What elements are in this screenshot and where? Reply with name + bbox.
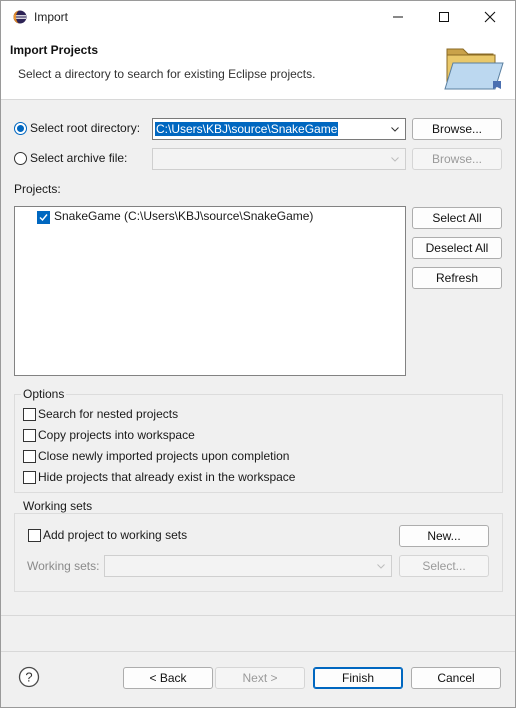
browse-archive-button[interactable]: Browse... [412,148,502,170]
minimize-icon [393,16,403,18]
root-directory-value: C:\Users\KBJ\source\SnakeGame [155,122,339,136]
browse-directory-button[interactable]: Browse... [412,118,502,140]
archive-file-label: Select archive file: [30,151,128,165]
page-title: Import Projects [10,43,99,57]
working-sets-combo[interactable] [104,555,392,577]
close-imported-label[interactable]: Close newly imported projects upon compl… [38,449,289,463]
add-to-working-sets-checkbox[interactable] [28,529,41,542]
new-working-set-button[interactable]: New... [399,525,489,547]
select-all-button[interactable]: Select All [412,207,502,229]
project-item-label[interactable]: SnakeGame (C:\Users\KBJ\source\SnakeGame… [54,209,313,223]
nested-projects-checkbox[interactable] [23,408,36,421]
checkmark-icon [39,214,48,222]
close-icon [484,11,496,23]
footer-separator-2 [1,651,515,652]
chevron-down-icon[interactable] [390,124,400,134]
chevron-down-icon [377,564,385,569]
copy-projects-checkbox[interactable] [23,429,36,442]
working-sets-title: Working sets [21,499,95,513]
close-button[interactable] [467,1,513,33]
cancel-button[interactable]: Cancel [411,667,501,689]
projects-label: Projects: [14,182,61,196]
project-checkbox[interactable] [37,211,50,224]
copy-projects-label[interactable]: Copy projects into workspace [38,428,195,442]
deselect-all-button[interactable]: Deselect All [412,237,502,259]
root-directory-radio[interactable] [14,122,27,135]
svg-text:?: ? [25,670,32,685]
hide-existing-checkbox[interactable] [23,471,36,484]
refresh-button[interactable]: Refresh [412,267,502,289]
projects-list[interactable]: SnakeGame (C:\Users\KBJ\source\SnakeGame… [14,206,406,376]
archive-file-radio[interactable] [14,152,27,165]
select-working-sets-button[interactable]: Select... [399,555,489,577]
working-sets-label: Working sets: [27,559,100,573]
wizard-banner: Import Projects Select a directory to se… [1,33,515,100]
eclipse-icon [13,10,27,24]
page-description: Select a directory to search for existin… [18,67,316,81]
finish-button[interactable]: Finish [313,667,403,689]
back-button[interactable]: < Back [123,667,213,689]
nested-projects-label[interactable]: Search for nested projects [38,407,178,421]
next-button[interactable]: Next > [215,667,305,689]
root-directory-combo[interactable]: C:\Users\KBJ\source\SnakeGame [152,118,406,140]
help-icon[interactable]: ? [18,666,40,688]
options-title: Options [21,387,67,401]
window-title: Import [34,10,69,24]
add-to-working-sets-label[interactable]: Add project to working sets [43,528,187,542]
root-directory-label: Select root directory: [30,121,141,135]
folder-icon [444,48,504,90]
minimize-button[interactable] [375,1,421,33]
chevron-down-icon [391,157,399,162]
close-imported-checkbox[interactable] [23,450,36,463]
title-bar: Import [1,1,515,33]
import-dialog: Import Import Projects Select a director… [0,0,516,708]
maximize-icon [439,12,449,22]
footer-separator [1,615,515,616]
archive-file-combo[interactable] [152,148,406,170]
maximize-button[interactable] [421,1,467,33]
hide-existing-label[interactable]: Hide projects that already exist in the … [38,470,295,484]
